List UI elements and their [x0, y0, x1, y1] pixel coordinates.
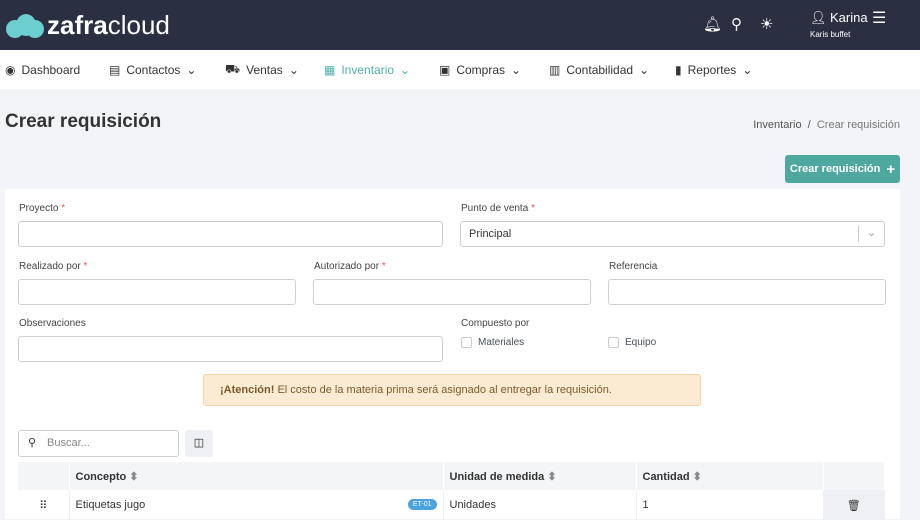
- equipo-checkbox[interactable]: Equipo: [608, 337, 656, 348]
- calculator-icon: ▥: [549, 62, 561, 77]
- main-nav: ◉ Dashboard ▤ Contactos ⌄ ⛟ Ventas ⌄ ▦ Inventa…: [0, 50, 920, 89]
- select-value: Principal: [469, 228, 512, 240]
- nav-label: Reportes: [687, 62, 737, 77]
- breadcrumb: Inventario / Crear requisición: [753, 119, 900, 131]
- compuesto-label: Compuesto por: [461, 318, 530, 329]
- checkbox-label: Equipo: [625, 337, 657, 348]
- page-title: Crear requisición: [5, 111, 162, 132]
- chevron-down-icon: ⌄: [742, 62, 753, 77]
- chevron-down-icon: ⌄: [288, 62, 299, 77]
- punto-venta-label: Punto de venta *: [461, 203, 535, 214]
- items-table: Concepto ⬍ Unidad de medida ⬍ Cantidad ⬍…: [18, 462, 885, 520]
- realizado-input[interactable]: [18, 279, 296, 305]
- nav-label: Dashboard: [21, 62, 81, 77]
- column-cantidad[interactable]: Cantidad ⬍: [636, 462, 824, 490]
- nav-ventas[interactable]: ⛟ Ventas ⌄: [225, 62, 299, 78]
- sort-icon: ⬍: [129, 470, 139, 483]
- autorizado-label: Autorizado por *: [314, 261, 386, 272]
- column-concepto[interactable]: Concepto ⬍: [69, 462, 444, 490]
- cloud-logo-icon: [6, 13, 44, 38]
- chevron-down-icon: ⌄: [511, 62, 522, 77]
- proyecto-label: Proyecto *: [19, 203, 66, 214]
- autorizado-input[interactable]: [313, 279, 591, 305]
- sun-icon[interactable]: ☀: [760, 15, 773, 33]
- cell-cantidad[interactable]: 1: [636, 490, 824, 520]
- materiales-checkbox[interactable]: Materiales: [461, 337, 524, 348]
- nav-dashboard[interactable]: ◉ Dashboard: [5, 63, 80, 77]
- create-requisition-button[interactable]: Crear requisición +: [785, 155, 900, 183]
- code-badge: ET-01: [407, 499, 437, 510]
- sort-icon: ⬍: [692, 470, 702, 483]
- nav-inventario[interactable]: ▦ Inventario ⌄: [324, 63, 410, 77]
- referencia-label: Referencia: [609, 261, 658, 272]
- nav-label: Compras: [456, 62, 506, 77]
- store-icon: ▣: [439, 62, 451, 77]
- search-icon: ⚲: [28, 437, 37, 449]
- referencia-input[interactable]: [608, 279, 886, 305]
- menu-icon[interactable]: ☰: [872, 8, 886, 28]
- warning-alert: ¡Atención! El costo de la materia prima …: [203, 374, 701, 406]
- nav-contactos[interactable]: ▤ Contactos ⌄: [109, 63, 196, 77]
- table-row: ⠿ Etiquetas jugo ET-01 Unidades 1 🗑︎: [18, 490, 885, 520]
- sort-icon: ⬍: [547, 470, 557, 483]
- nav-compras[interactable]: ▣ Compras ⌄: [439, 63, 521, 77]
- plus-icon: +: [886, 160, 896, 178]
- table-header: Concepto ⬍ Unidad de medida ⬍ Cantidad ⬍: [18, 462, 885, 490]
- sales-icon: ⛟: [225, 61, 241, 76]
- brand-light: cloud: [107, 10, 170, 40]
- user-icon: 👤︎: [810, 10, 827, 25]
- observaciones-label: Observaciones: [19, 318, 86, 329]
- search-input[interactable]: ⚲ Buscar...: [18, 430, 179, 457]
- dashboard-icon: ◉: [5, 62, 16, 77]
- cell-concepto: Etiquetas jugo ET-01: [69, 490, 444, 520]
- brand-bold: zafra: [47, 10, 108, 40]
- breadcrumb-current: Crear requisición: [816, 119, 900, 131]
- nav-label: Inventario: [341, 62, 395, 77]
- columns-icon: ◫: [193, 437, 205, 449]
- delete-button[interactable]: 🗑︎: [823, 490, 885, 520]
- punto-venta-select[interactable]: Principal ⌄: [460, 221, 885, 247]
- nav-reportes[interactable]: ▮ Reportes ⌄: [675, 63, 752, 77]
- chevron-down-icon: ⌄: [186, 62, 197, 77]
- chevron-down-icon: ⌄: [858, 226, 884, 242]
- user-company: Karis buffet: [810, 30, 851, 39]
- contacts-icon: ▤: [109, 62, 121, 77]
- user-name: Karina: [830, 10, 868, 25]
- proyecto-input[interactable]: [18, 221, 443, 247]
- user-menu[interactable]: 👤︎ Karina Karis buffet ☰: [810, 10, 886, 39]
- top-bar: zafra cloud 🔔︎ ⚲ ☀ 👤︎ Karina Karis buffet…: [0, 0, 920, 50]
- chevron-down-icon: ⌄: [400, 62, 411, 77]
- chevron-down-icon: ⌄: [639, 62, 650, 77]
- logo[interactable]: zafra cloud: [6, 10, 170, 41]
- realizado-label: Realizado por *: [19, 261, 88, 272]
- observaciones-textarea[interactable]: [18, 336, 443, 362]
- bell-icon[interactable]: 🔔︎: [703, 15, 722, 33]
- columns-toggle-button[interactable]: ◫: [185, 430, 213, 457]
- nav-label: Ventas: [246, 62, 283, 77]
- column-unidad[interactable]: Unidad de medida ⬍: [443, 462, 637, 490]
- drag-handle-icon[interactable]: ⠿: [18, 490, 70, 520]
- checkbox-label: Materiales: [478, 337, 525, 348]
- nav-label: Contabilidad: [566, 62, 634, 77]
- trash-icon: 🗑︎: [846, 499, 861, 512]
- breadcrumb-inventario[interactable]: Inventario: [753, 119, 801, 131]
- nav-contabilidad[interactable]: ▥ Contabilidad ⌄: [549, 63, 649, 77]
- search-icon[interactable]: ⚲: [731, 15, 742, 33]
- nav-label: Contactos: [126, 62, 181, 77]
- inventory-icon: ▦: [324, 62, 336, 77]
- button-label: Crear requisición: [789, 163, 881, 175]
- chart-icon: ▮: [675, 62, 682, 77]
- cell-unidad: Unidades: [443, 490, 637, 520]
- search-placeholder: Buscar...: [47, 437, 90, 449]
